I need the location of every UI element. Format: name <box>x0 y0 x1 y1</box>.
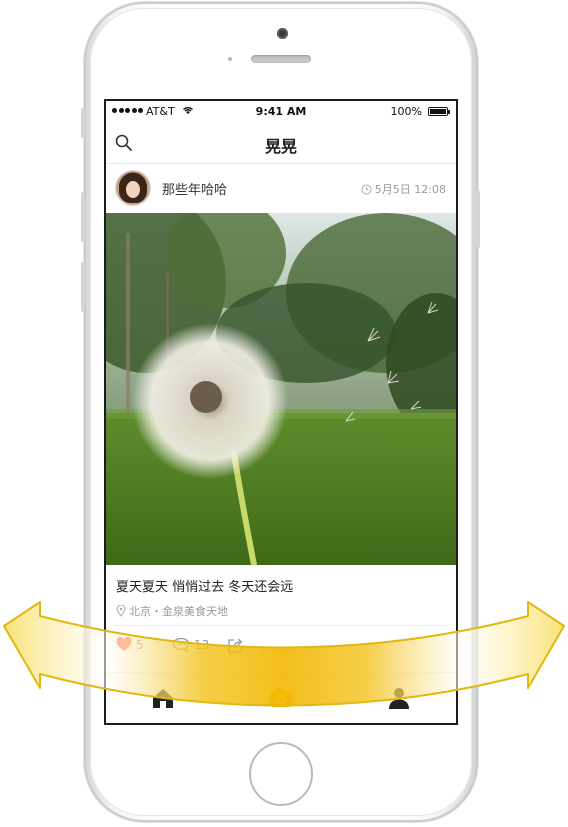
proximity-sensor <box>228 57 232 61</box>
status-bar: AT&T 9:41 AM 100% <box>106 101 456 123</box>
front-camera <box>277 28 288 39</box>
post-photo[interactable] <box>106 213 456 565</box>
page-title: 晃晃 <box>264 137 297 156</box>
app-screen: AT&T 9:41 AM 100% 晃晃 那些年哈哈 5月5日 12:08 夏天… <box>104 99 458 725</box>
like-count: 5 <box>136 637 144 652</box>
post-time-label: 5月5日 12:08 <box>374 183 446 196</box>
tab-bar <box>106 672 456 723</box>
share-icon <box>228 638 243 653</box>
nav-bar: 晃晃 <box>106 123 456 164</box>
comment-count: 13 <box>194 638 210 652</box>
volume-up-button <box>81 192 85 242</box>
like-button[interactable]: 5 <box>116 637 144 652</box>
post-header: 那些年哈哈 5月5日 12:08 <box>106 163 456 213</box>
volume-down-button <box>81 262 85 312</box>
post-location[interactable]: 北京・金泉美食天地 <box>116 603 228 619</box>
home-button[interactable] <box>249 742 313 806</box>
share-button[interactable] <box>226 637 244 654</box>
location-pin-icon <box>116 605 126 617</box>
profile-icon[interactable] <box>386 685 412 711</box>
post-actions: 5 13 <box>106 633 456 661</box>
post-username[interactable]: 那些年哈哈 <box>162 179 227 198</box>
divider <box>114 625 448 626</box>
battery-percent: 100% <box>390 105 422 118</box>
heart-icon <box>116 637 132 651</box>
post-caption: 夏天夏天 悄悄过去 冬天还会远 <box>116 580 294 595</box>
comment-button[interactable]: 13 <box>172 637 209 653</box>
earpiece-speaker <box>251 55 311 63</box>
home-icon[interactable] <box>150 685 176 711</box>
comment-icon <box>172 637 190 653</box>
location-label: 北京・金泉美食天地 <box>129 605 228 618</box>
post-timestamp: 5月5日 12:08 <box>361 181 446 197</box>
battery-icon <box>428 107 450 116</box>
camera-icon[interactable] <box>268 685 294 711</box>
power-button <box>476 190 480 248</box>
clock-icon <box>361 184 372 194</box>
dandelion-image <box>106 213 456 565</box>
avatar[interactable] <box>116 171 150 205</box>
mute-switch <box>81 108 85 138</box>
stage: AT&T 9:41 AM 100% 晃晃 那些年哈哈 5月5日 12:08 夏天… <box>0 0 568 827</box>
